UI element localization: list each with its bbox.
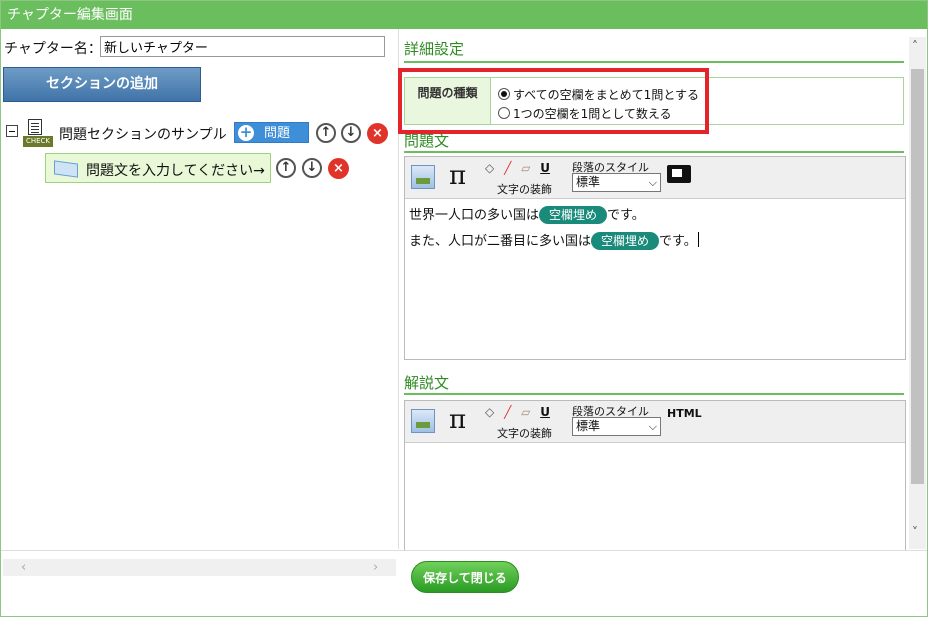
heading-divider <box>404 61 904 63</box>
question-text-heading: 問題文 <box>404 132 450 150</box>
editor-toolbar: π ◇ ╱ ▱ U 文字の装飾 段落のスタイル 標準 ⌵ HTML <box>405 401 905 443</box>
highlighter-icon[interactable]: ▱ <box>521 161 530 175</box>
paragraph-style-value: 標準 <box>576 419 601 433</box>
question-line-2: また、人口が二番目に多い国は 空欄埋め です。 <box>409 231 901 257</box>
scroll-down-icon[interactable]: ˅ <box>912 525 918 539</box>
pen-icon[interactable]: ╱ <box>504 161 511 175</box>
blank-fill-chip[interactable]: 空欄埋め <box>539 206 608 224</box>
text-span: また、人口が二番目に多い国は <box>409 234 592 249</box>
document-icon <box>28 119 42 135</box>
decoration-icons: ◇ ╱ ▱ U <box>485 405 556 419</box>
text-span: です。 <box>607 208 645 223</box>
check-section-icon: CHECK <box>23 119 53 149</box>
move-down-button[interactable]: ↓ <box>341 123 361 143</box>
horizontal-scrollbar[interactable]: ‹ › <box>3 559 396 576</box>
footer-divider <box>1 550 927 551</box>
plus-icon: + <box>238 123 254 141</box>
question-node-label: 問題文を入力してください→ <box>86 163 265 179</box>
add-question-button[interactable]: + 問題 <box>234 122 309 143</box>
scroll-up-icon[interactable]: ˄ <box>912 39 918 53</box>
decoration-icons: ◇ ╱ ▱ U <box>485 161 556 175</box>
right-pane: 詳細設定 問題の種類 すべての空欄をまとめて1問とする 1つの空欄を1問として数… <box>398 29 909 551</box>
eraser-icon[interactable]: ◇ <box>485 161 494 175</box>
question-editor[interactable]: π ◇ ╱ ▱ U 文字の装飾 段落のスタイル 標準 ⌵ 世界一人口の多い国は空… <box>404 156 906 360</box>
save-and-close-button[interactable]: 保存して閉じる <box>411 561 519 593</box>
detail-settings-heading: 詳細設定 <box>404 40 465 58</box>
editor-toolbar: π ◇ ╱ ▱ U 文字の装飾 段落のスタイル 標準 ⌵ <box>405 157 905 199</box>
ticket-icon <box>54 160 78 178</box>
explanation-heading: 解説文 <box>404 374 450 392</box>
blank-fill-chip[interactable]: 空欄埋め <box>591 232 660 250</box>
paragraph-style-select[interactable]: 標準 ⌵ <box>572 417 661 436</box>
collapse-toggle-icon[interactable] <box>6 125 18 137</box>
text-span: です。 <box>659 234 697 249</box>
highlighter-icon[interactable]: ▱ <box>521 405 530 419</box>
paragraph-style-value: 標準 <box>576 175 601 189</box>
move-up-button[interactable]: ↑ <box>316 123 336 143</box>
pen-icon[interactable]: ╱ <box>504 405 511 419</box>
left-pane: チャプター名： セクションの追加 CHECK 問題セクションのサンプル + 問題… <box>1 29 399 576</box>
scroll-left-icon[interactable]: ‹ <box>21 559 26 576</box>
explanation-editor-body[interactable] <box>405 443 905 550</box>
heading-divider <box>404 393 904 395</box>
scrollbar-thumb[interactable] <box>911 69 924 484</box>
text-span: 世界一人口の多い国は <box>409 208 540 223</box>
text-cursor <box>697 232 699 247</box>
explanation-editor[interactable]: π ◇ ╱ ▱ U 文字の装飾 段落のスタイル 標準 ⌵ HTML <box>404 400 906 551</box>
question-text-node[interactable]: 問題文を入力してください→ <box>45 153 271 183</box>
chapter-name-input[interactable] <box>100 36 385 57</box>
paragraph-style-select[interactable]: 標準 ⌵ <box>572 173 661 192</box>
eraser-icon[interactable]: ◇ <box>485 405 494 419</box>
insert-formula-icon[interactable]: π <box>449 405 466 435</box>
decoration-label: 文字の装飾 <box>497 183 552 196</box>
window-title: チャプター編集画面 <box>1 1 927 29</box>
question-move-up-button[interactable]: ↑ <box>276 158 296 178</box>
delete-question-button[interactable]: × <box>328 158 349 179</box>
add-section-button[interactable]: セクションの追加 <box>3 67 201 102</box>
check-icon-label: CHECK <box>23 136 53 147</box>
add-question-label: 問題 <box>264 126 291 141</box>
insert-formula-icon[interactable]: π <box>449 161 466 191</box>
html-button[interactable]: HTML <box>667 407 702 420</box>
scroll-right-icon[interactable]: › <box>373 559 378 576</box>
underline-icon[interactable]: U <box>540 161 550 175</box>
vertical-scrollbar[interactable]: ˄ ˅ <box>909 37 926 549</box>
chapter-edit-window: チャプター編集画面 チャプター名： セクションの追加 CHECK 問題セクション… <box>0 0 928 617</box>
source-edit-icon[interactable] <box>667 165 691 183</box>
insert-image-icon[interactable] <box>411 409 435 433</box>
chapter-name-label: チャプター名： <box>4 41 102 57</box>
delete-section-button[interactable]: × <box>367 123 388 144</box>
decoration-label: 文字の装飾 <box>497 427 552 440</box>
question-line-1: 世界一人口の多い国は 空欄埋め です。 <box>409 205 901 231</box>
highlight-annotation <box>398 68 709 134</box>
insert-image-icon[interactable] <box>411 165 435 189</box>
underline-icon[interactable]: U <box>540 405 550 419</box>
question-move-down-button[interactable]: ↓ <box>302 158 322 178</box>
section-label[interactable]: 問題セクションのサンプル <box>59 124 227 144</box>
question-editor-body[interactable]: 世界一人口の多い国は 空欄埋め です。 また、人口が二番目に多い国は 空欄埋め です。 <box>405 199 905 359</box>
chevron-down-icon: ⌵ <box>648 176 657 189</box>
heading-divider <box>404 151 904 153</box>
chevron-down-icon: ⌵ <box>648 420 657 433</box>
